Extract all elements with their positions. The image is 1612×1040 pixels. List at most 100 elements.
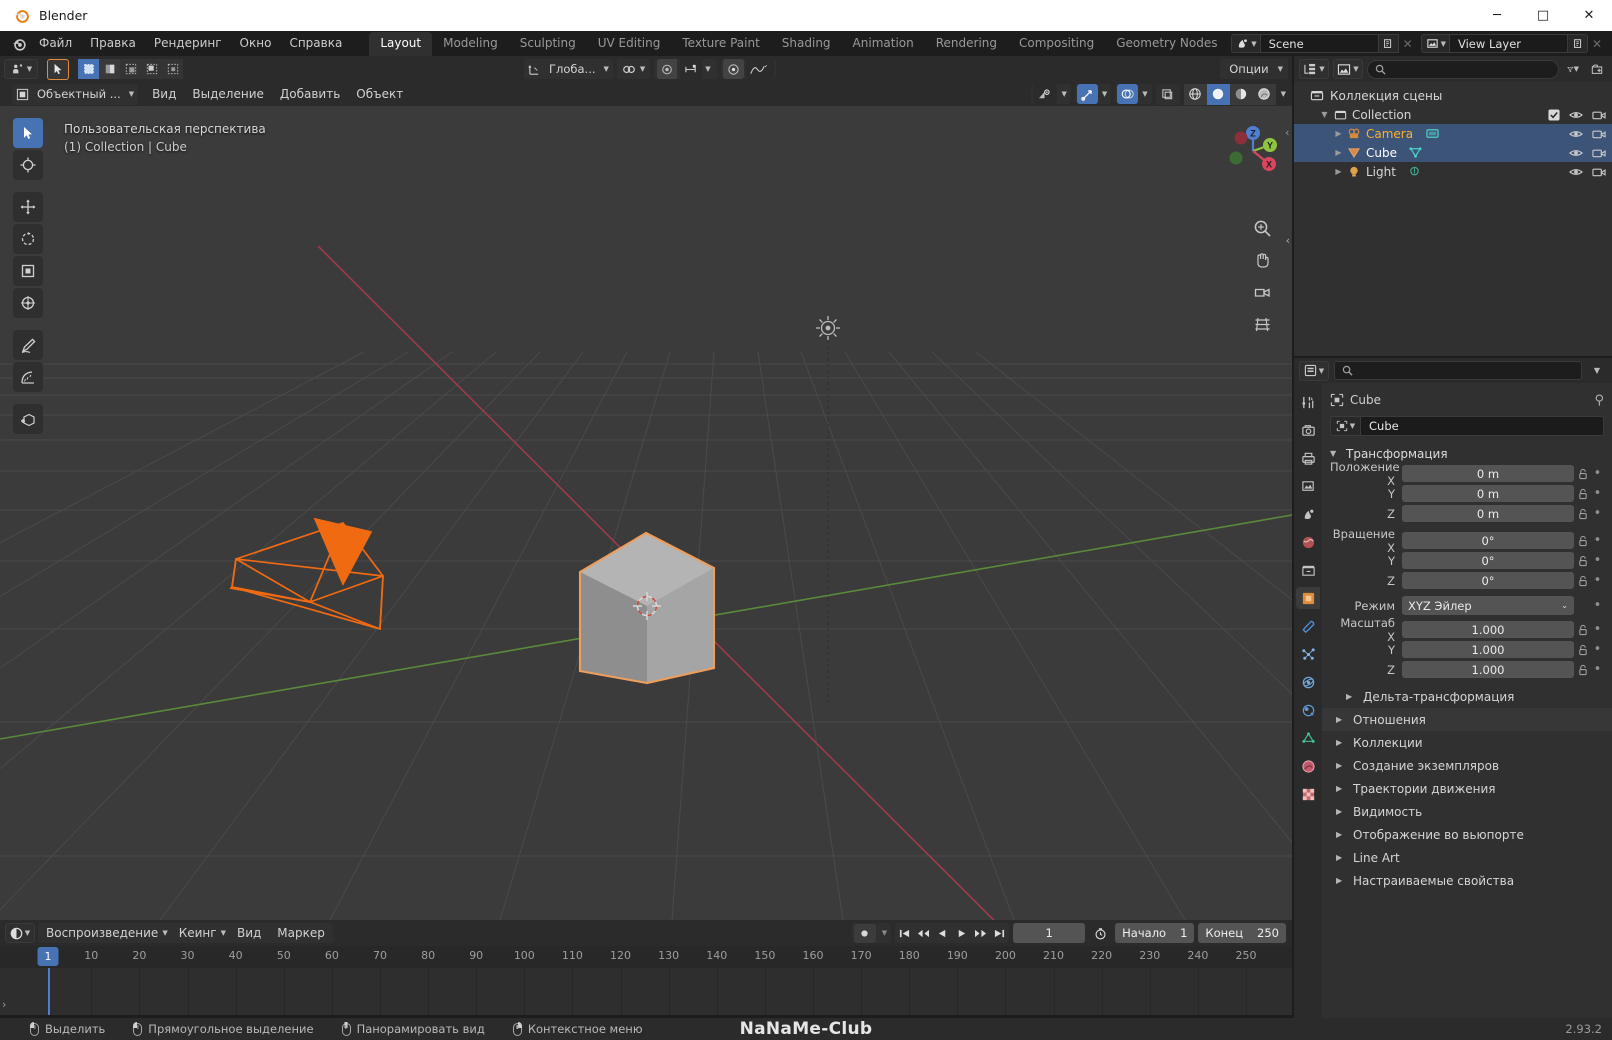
select-lasso-button[interactable] xyxy=(120,59,141,79)
render-camera-icon[interactable] xyxy=(1592,166,1606,178)
sub-panel-6[interactable]: ▶ Отображение во вьюпорте xyxy=(1330,823,1604,846)
properties-editor-type-icon[interactable]: ▼ xyxy=(1299,360,1329,381)
sub-panel-2[interactable]: ▶ Коллекции xyxy=(1330,731,1604,754)
lock-icon[interactable] xyxy=(1574,644,1591,656)
transform-field-2-input[interactable]: 0 m xyxy=(1402,505,1574,522)
tab-render[interactable] xyxy=(1296,419,1320,441)
disclosure-triangle-icon[interactable]: ▶ xyxy=(1332,167,1345,176)
lock-icon[interactable] xyxy=(1574,575,1591,587)
sub-panel-7[interactable]: ▶ Line Art xyxy=(1330,846,1604,869)
select-circle-button[interactable] xyxy=(99,59,120,79)
blender-menu-icon[interactable] xyxy=(8,36,30,52)
overlay-toggles[interactable] xyxy=(720,59,776,79)
animate-property-dot[interactable]: • xyxy=(1591,553,1604,568)
viewport-options-dropdown[interactable]: Опции ▼ xyxy=(1220,59,1288,79)
next-keyframe-button[interactable] xyxy=(971,923,990,943)
overlays-toggle-icon[interactable] xyxy=(1117,84,1139,104)
remove-viewlayer-button[interactable]: ✕ xyxy=(1588,34,1606,53)
lock-icon[interactable] xyxy=(1574,624,1591,636)
timeline-menu-0[interactable]: Воспроизведение xyxy=(38,924,166,942)
new-scene-button[interactable] xyxy=(1378,34,1399,53)
animate-property-dot[interactable]: • xyxy=(1591,622,1604,637)
prev-keyframe-button[interactable] xyxy=(914,923,933,943)
tool-measure[interactable] xyxy=(13,362,43,392)
properties-search-input[interactable] xyxy=(1334,361,1582,380)
visibility-eye-icon[interactable] xyxy=(1569,166,1583,178)
annotate-icon[interactable] xyxy=(722,59,744,79)
tab-modifiers[interactable] xyxy=(1296,615,1320,637)
topbar-menu-0[interactable]: Файл xyxy=(30,33,81,54)
topbar-menu-2[interactable]: Рендеринг xyxy=(145,33,231,54)
sub-panel-0[interactable]: ▶ Дельта-трансформация xyxy=(1330,685,1604,708)
scene-name[interactable]: Scene xyxy=(1260,34,1379,53)
transform-field-1-input[interactable]: 0 m xyxy=(1402,485,1574,502)
scene-browse-button[interactable]: ▼ xyxy=(1231,34,1261,53)
outliner-filter-icon[interactable]: ▼ xyxy=(1563,59,1583,79)
timeline-ruler[interactable]: 1 10 20 30 40 50 60 70 80 90 100 110 120 130 140 150 160… xyxy=(0,946,1292,968)
select-invert-button[interactable] xyxy=(141,59,162,79)
scene-selector[interactable]: ▼ Scene ✕ xyxy=(1231,34,1417,53)
light-data-icon[interactable] xyxy=(1406,165,1424,178)
mesh-data-icon[interactable] xyxy=(1407,146,1425,159)
material-preview-button[interactable] xyxy=(1229,83,1253,105)
scale-field-1-input[interactable]: 1.000 xyxy=(1402,641,1574,658)
animate-property-dot[interactable]: • xyxy=(1591,506,1604,521)
jump-end-button[interactable] xyxy=(990,923,1009,943)
tool-transform[interactable] xyxy=(13,288,43,318)
outliner-search-input[interactable] xyxy=(1367,59,1559,79)
snap-dropdown[interactable]: ▼ xyxy=(616,59,651,79)
animate-property-dot[interactable]: • xyxy=(1591,573,1604,588)
timeline-menu-1[interactable]: Кеинг xyxy=(171,924,225,942)
workspace-tab-rendering[interactable]: Rendering xyxy=(925,32,1008,56)
proportional-falloff-icon[interactable] xyxy=(680,59,703,79)
workspace-tab-shading[interactable]: Shading xyxy=(771,32,842,56)
animate-property-dot[interactable]: • xyxy=(1591,486,1604,501)
outliner-row-collection[interactable]: ▼ Collection xyxy=(1294,105,1612,124)
solid-shading-button[interactable] xyxy=(1206,83,1230,105)
camera-view-icon[interactable] xyxy=(1250,280,1274,304)
object-id-icon[interactable]: ▼ xyxy=(1330,416,1360,436)
xray-toggle-button[interactable] xyxy=(1155,83,1180,105)
scale-field-2-input[interactable]: 1.000 xyxy=(1402,661,1574,678)
wireframe-shading-button[interactable] xyxy=(1183,83,1207,105)
timeline-menu-3[interactable]: Маркер xyxy=(269,924,333,942)
timeline-playhead[interactable]: 1 xyxy=(37,947,59,966)
disclosure-triangle-icon[interactable]: ▶ xyxy=(1332,148,1345,157)
workspace-tab-sculpting[interactable]: Sculpting xyxy=(509,32,587,56)
curve-icon[interactable] xyxy=(745,59,774,79)
select-subtract-button[interactable] xyxy=(162,59,183,79)
workspace-tab-geometry-nodes[interactable]: Geometry Nodes xyxy=(1105,32,1228,56)
viewport-menu-3[interactable]: Объект xyxy=(348,85,411,103)
collection-checkbox[interactable] xyxy=(1548,108,1560,121)
outliner-row-camera[interactable]: ▶ Camera xyxy=(1294,124,1612,143)
tab-world[interactable] xyxy=(1296,531,1320,553)
tool-scale[interactable] xyxy=(13,256,43,286)
object-visibility-icon[interactable] xyxy=(1033,84,1058,104)
render-camera-icon[interactable] xyxy=(1592,109,1606,121)
proportional-edit-dropdown[interactable]: ▼ xyxy=(654,59,717,79)
outliner-new-collection-icon[interactable] xyxy=(1587,59,1607,79)
tool-rotate[interactable] xyxy=(13,224,43,254)
scale-field-0-input[interactable]: 1.000 xyxy=(1402,621,1574,638)
camera-data-icon[interactable] xyxy=(1423,127,1441,140)
tab-texture[interactable] xyxy=(1296,783,1320,805)
overlays-dropdown[interactable]: ▼ xyxy=(1115,84,1152,104)
pan-hand-icon[interactable] xyxy=(1250,248,1274,272)
object-name-field[interactable]: Cube xyxy=(1360,416,1604,436)
lock-icon[interactable] xyxy=(1574,664,1591,676)
transform-field-3-input[interactable]: 0° xyxy=(1402,532,1574,549)
close-button[interactable]: ✕ xyxy=(1566,0,1612,31)
workspace-tab-layout[interactable]: Layout xyxy=(369,31,433,56)
viewport-menu-2[interactable]: Добавить xyxy=(272,85,348,103)
viewport-sidebar-collapse[interactable]: ‹ xyxy=(1286,234,1290,247)
auto-keying-group[interactable]: ▼ xyxy=(851,923,892,943)
workspace-tab-compositing[interactable]: Compositing xyxy=(1008,32,1105,56)
tool-cursor[interactable] xyxy=(13,150,43,180)
use-preview-range-icon[interactable] xyxy=(1089,923,1112,943)
3d-viewport[interactable]: Пользовательская перспектива (1) Collect… xyxy=(0,106,1292,920)
tool-annotate[interactable] xyxy=(13,330,43,360)
viewport-menu-1[interactable]: Выделение xyxy=(184,85,271,103)
gizmo-toggle-icon[interactable] xyxy=(1076,84,1098,104)
visibility-eye-icon[interactable] xyxy=(1569,128,1583,140)
rotation-mode-dropdown[interactable]: XYZ Эйлер ⌄ xyxy=(1402,596,1574,615)
